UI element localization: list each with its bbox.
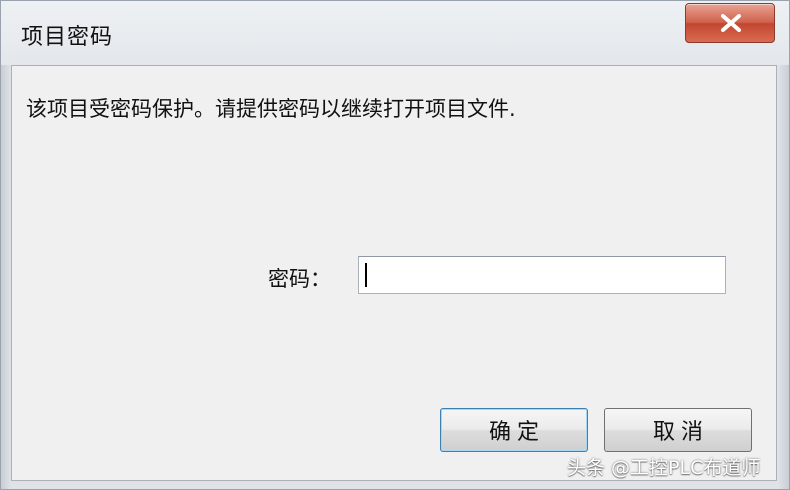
password-label: 密码：: [268, 267, 331, 291]
close-button[interactable]: [685, 3, 775, 43]
password-dialog: 项目密码 该项目受密码保护。请提供密码以继续打开项目文件. 密码： 确定 取消 …: [0, 0, 790, 490]
window-title: 项目密码: [21, 25, 114, 50]
close-x-icon: [721, 14, 741, 32]
text-cursor: [365, 263, 367, 287]
cancel-button[interactable]: 取消: [604, 408, 752, 452]
dialog-body: 该项目受密码保护。请提供密码以继续打开项目文件. 密码： 确定 取消: [11, 65, 777, 481]
title-bar[interactable]: 项目密码: [1, 1, 789, 65]
password-input[interactable]: [358, 256, 726, 294]
ok-button[interactable]: 确定: [440, 408, 588, 452]
watermark: 头条 @工控PLC布道师: [567, 457, 761, 479]
window-frame-right: [778, 65, 789, 489]
window-frame-left: [1, 65, 11, 489]
dialog-message: 该项目受密码保护。请提供密码以继续打开项目文件.: [26, 97, 516, 121]
